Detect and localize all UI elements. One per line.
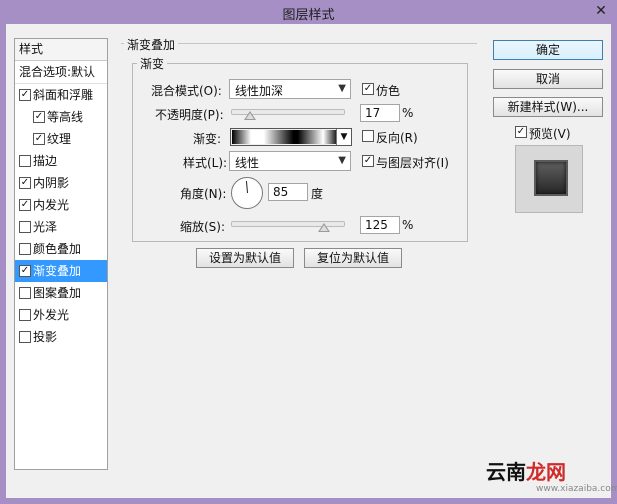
new-style-button[interactable]: 新建样式(W)... bbox=[493, 97, 603, 117]
align-with-layer-checkbox[interactable] bbox=[362, 155, 374, 167]
dialog-window: 图层样式 ✕ 样式 混合选项:默认 斜面和浮雕等高线纹理描边内阴影内发光光泽颜色… bbox=[0, 0, 617, 504]
ok-button[interactable]: 确定 bbox=[493, 40, 603, 60]
cancel-button[interactable]: 取消 bbox=[493, 69, 603, 89]
blend-mode-value: 线性加深 bbox=[235, 84, 284, 98]
title-bar[interactable]: 图层样式 ✕ bbox=[0, 0, 617, 24]
style-item-label: 外发光 bbox=[33, 308, 70, 322]
style-item-checkbox[interactable] bbox=[19, 155, 31, 167]
dither-checkbox[interactable] bbox=[362, 83, 374, 95]
style-item-checkbox[interactable] bbox=[19, 221, 31, 233]
watermark-text: 云南 bbox=[486, 460, 526, 484]
style-list: 样式 混合选项:默认 斜面和浮雕等高线纹理描边内阴影内发光光泽颜色叠加渐变叠加图… bbox=[14, 38, 108, 470]
style-item-label: 图案叠加 bbox=[33, 286, 82, 300]
angle-indicator bbox=[245, 181, 248, 194]
style-item-label: 纹理 bbox=[47, 132, 72, 146]
style-item-checkbox[interactable] bbox=[19, 199, 31, 211]
style-item-checkbox[interactable] bbox=[33, 133, 45, 145]
watermark-url: www.xiazaiba.com bbox=[536, 484, 617, 494]
close-icon[interactable]: ✕ bbox=[591, 2, 611, 20]
style-item-label: 内发光 bbox=[33, 198, 70, 212]
style-item[interactable]: 图案叠加 bbox=[15, 282, 107, 304]
style-item[interactable]: 外发光 bbox=[15, 304, 107, 326]
gradient-preview[interactable] bbox=[232, 130, 338, 144]
scale-slider-handle[interactable] bbox=[317, 223, 330, 232]
align-with-layer-label: 与图层对齐(I) bbox=[376, 156, 449, 170]
reverse-checkbox[interactable] bbox=[362, 130, 374, 142]
style-item-checkbox[interactable] bbox=[19, 309, 31, 321]
chevron-down-icon[interactable]: ▼ bbox=[336, 129, 351, 145]
preview-thumbnail bbox=[534, 160, 568, 196]
blend-mode-select[interactable]: 线性加深 ▼ bbox=[229, 79, 351, 99]
style-item[interactable]: 内阴影 bbox=[15, 172, 107, 194]
gradient-label: 渐变: bbox=[193, 132, 222, 146]
opacity-label: 不透明度(P): bbox=[155, 108, 224, 122]
gradient-picker[interactable]: ▼ bbox=[230, 128, 352, 146]
dither-label: 仿色 bbox=[376, 84, 401, 98]
style-item[interactable]: 内发光 bbox=[15, 194, 107, 216]
style-item-label: 颜色叠加 bbox=[33, 242, 82, 256]
style-item[interactable]: 投影 bbox=[15, 326, 107, 348]
style-item[interactable]: 光泽 bbox=[15, 216, 107, 238]
panel-title: 渐变叠加 bbox=[124, 36, 179, 53]
style-item-label: 描边 bbox=[33, 154, 58, 168]
opacity-slider-handle[interactable] bbox=[244, 111, 257, 120]
style-item[interactable]: 等高线 bbox=[15, 106, 107, 128]
scale-label: 缩放(S): bbox=[180, 220, 226, 234]
watermark-accent: 龙网 bbox=[526, 460, 566, 484]
style-item-checkbox[interactable] bbox=[19, 265, 31, 277]
style-item-label: 斜面和浮雕 bbox=[33, 88, 94, 102]
reverse-label: 反向(R) bbox=[376, 131, 418, 145]
style-item-label: 等高线 bbox=[47, 110, 84, 124]
gradient-style-select[interactable]: 线性 ▼ bbox=[229, 151, 351, 171]
style-preview bbox=[515, 145, 583, 213]
gradient-group-title: 渐变 bbox=[137, 55, 168, 72]
style-item-checkbox[interactable] bbox=[19, 89, 31, 101]
angle-label: 角度(N): bbox=[180, 187, 227, 201]
style-item-checkbox[interactable] bbox=[19, 177, 31, 189]
reset-to-default-button[interactable]: 复位为默认值 bbox=[304, 248, 402, 268]
style-item[interactable]: 描边 bbox=[15, 150, 107, 172]
style-item-checkbox[interactable] bbox=[33, 111, 45, 123]
opacity-percent: % bbox=[402, 106, 414, 120]
preview-checkbox[interactable] bbox=[515, 126, 527, 138]
window-title: 图层样式 bbox=[282, 8, 335, 23]
style-item-label: 渐变叠加 bbox=[33, 264, 82, 278]
style-item-checkbox[interactable] bbox=[19, 331, 31, 343]
angle-dial[interactable] bbox=[231, 177, 263, 209]
scale-percent: % bbox=[402, 218, 414, 232]
style-item-checkbox[interactable] bbox=[19, 287, 31, 299]
scale-input[interactable]: 125 bbox=[360, 216, 400, 234]
gradient-style-value: 线性 bbox=[235, 156, 260, 170]
chevron-down-icon: ▼ bbox=[338, 155, 346, 166]
style-item-label: 光泽 bbox=[33, 220, 58, 234]
blend-mode-label: 混合模式(O): bbox=[151, 84, 222, 98]
style-item-label: 投影 bbox=[33, 330, 58, 344]
blend-options-item[interactable]: 混合选项:默认 bbox=[15, 61, 107, 84]
style-list-header[interactable]: 样式 bbox=[15, 39, 107, 61]
dialog-body: 样式 混合选项:默认 斜面和浮雕等高线纹理描边内阴影内发光光泽颜色叠加渐变叠加图… bbox=[6, 24, 617, 498]
style-item-checkbox[interactable] bbox=[19, 243, 31, 255]
style-item[interactable]: 颜色叠加 bbox=[15, 238, 107, 260]
style-item[interactable]: 斜面和浮雕 bbox=[15, 84, 107, 106]
style-label: 样式(L): bbox=[183, 156, 228, 170]
style-item[interactable]: 渐变叠加 bbox=[15, 260, 107, 282]
set-as-default-button[interactable]: 设置为默认值 bbox=[196, 248, 294, 268]
angle-input[interactable]: 85 bbox=[268, 183, 308, 201]
opacity-input[interactable]: 17 bbox=[360, 104, 400, 122]
watermark-logo: 云南龙网 bbox=[486, 456, 566, 485]
style-item-label: 内阴影 bbox=[33, 176, 70, 190]
style-item[interactable]: 纹理 bbox=[15, 128, 107, 150]
angle-unit: 度 bbox=[311, 187, 324, 201]
preview-label: 预览(V) bbox=[529, 127, 571, 141]
chevron-down-icon: ▼ bbox=[338, 83, 346, 94]
